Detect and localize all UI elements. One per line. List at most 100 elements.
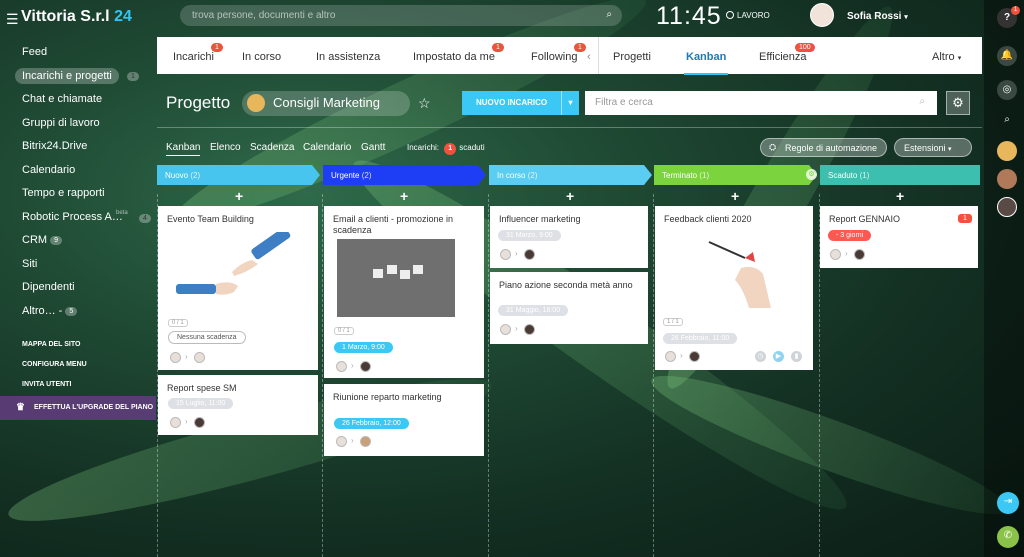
- contact-avatar[interactable]: [997, 197, 1017, 217]
- sidebar-item-employees[interactable]: Dipendenti: [22, 281, 75, 293]
- deadline[interactable]: 15 Luglio, 11:00: [168, 397, 234, 409]
- sitemap-link[interactable]: MAPPA DEL SITO: [22, 341, 80, 348]
- deadline[interactable]: 26 Febbraio, 12:00: [334, 417, 409, 429]
- sidebar-item-crm[interactable]: CRM 9: [22, 234, 62, 246]
- contact-avatar[interactable]: [997, 141, 1017, 161]
- creator-avatar[interactable]: [336, 361, 347, 372]
- tab-efficiency[interactable]: Efficienza 100: [759, 43, 815, 63]
- tab-more[interactable]: Altro ▾: [932, 51, 961, 63]
- creator-avatar[interactable]: [336, 436, 347, 447]
- chevron-down-icon[interactable]: ▾: [561, 91, 579, 115]
- column-header-new[interactable]: Nuovo (2): [157, 165, 320, 185]
- responsible-avatar[interactable]: [854, 249, 865, 260]
- column-header-in-progress[interactable]: In corso (2): [489, 165, 652, 185]
- user-menu[interactable]: Sofia Rossi ▾: [847, 11, 908, 22]
- view-calendar[interactable]: Calendario: [303, 142, 351, 153]
- creator-avatar[interactable]: [500, 249, 511, 260]
- sidebar-item-drive[interactable]: Bitrix24.Drive: [22, 140, 87, 152]
- responsible-avatar[interactable]: [524, 249, 535, 260]
- pause-icon[interactable]: ▮: [791, 351, 802, 362]
- tab-tasks[interactable]: Incarichi 1: [173, 43, 223, 63]
- search-icon[interactable]: ⌕: [997, 110, 1017, 130]
- deadline[interactable]: 31 Maggio, 18:00: [498, 304, 569, 316]
- chat-icon[interactable]: ◎: [997, 80, 1017, 100]
- responsible-avatar[interactable]: [194, 352, 205, 363]
- task-card[interactable]: Evento Team Building 0 / 1 Nessuna scade…: [158, 206, 318, 370]
- responsible-avatar[interactable]: [360, 436, 371, 447]
- gear-icon[interactable]: ⚙: [946, 91, 970, 115]
- column-settings-icon[interactable]: ⚙: [806, 169, 817, 180]
- task-card[interactable]: Riunione reparto marketing 26 Febbraio, …: [324, 384, 484, 456]
- filter-search-input[interactable]: Filtra e cerca ⌕: [585, 91, 937, 115]
- view-gantt[interactable]: Gantt: [361, 142, 385, 153]
- deadline[interactable]: 31 Marzo, 9:00: [498, 229, 561, 241]
- timeline-icon[interactable]: ⇥: [997, 492, 1019, 514]
- column-header-urgent[interactable]: Urgente (2): [323, 165, 486, 185]
- sidebar-item-chat[interactable]: Chat e chiamate: [22, 93, 102, 105]
- responsible-avatar[interactable]: [360, 361, 371, 372]
- menu-icon[interactable]: ☰: [6, 11, 19, 28]
- task-card[interactable]: Piano azione seconda metà anno 31 Maggio…: [490, 272, 648, 344]
- phone-icon[interactable]: ✆: [997, 526, 1019, 548]
- view-list[interactable]: Elenco: [210, 142, 241, 153]
- task-card[interactable]: Report GENNAIO 1 - 3 giorni ›: [820, 206, 978, 268]
- automation-rules-button[interactable]: ⛭ Regole di automazione: [760, 138, 887, 157]
- user-avatar[interactable]: [810, 3, 834, 27]
- new-task-button[interactable]: NUOVO INCARICO ▾: [462, 91, 579, 115]
- timer-icon[interactable]: ◷: [755, 351, 766, 362]
- deadline[interactable]: - 3 giorni: [828, 229, 872, 241]
- add-task-icon[interactable]: +: [731, 188, 739, 204]
- global-search-input[interactable]: trova persone, documenti e altro ⌕: [180, 5, 622, 26]
- creator-avatar[interactable]: [665, 351, 676, 362]
- view-kanban[interactable]: Kanban: [166, 142, 201, 156]
- sidebar-item-sites[interactable]: Siti: [22, 258, 37, 270]
- contact-avatar[interactable]: [997, 169, 1017, 189]
- add-task-icon[interactable]: +: [235, 188, 243, 204]
- responsible-avatar[interactable]: [194, 417, 205, 428]
- configure-menu-link[interactable]: CONFIGURA MENU: [22, 361, 87, 368]
- add-task-icon[interactable]: +: [400, 188, 408, 204]
- column-header-done[interactable]: Terminato (1): [654, 165, 817, 185]
- tab-set-by-me[interactable]: Impostato da me 1: [413, 43, 504, 63]
- tabs-scroll-left[interactable]: ‹: [587, 51, 591, 63]
- sidebar-item-more[interactable]: Altro… -5: [22, 305, 78, 317]
- responsible-avatar[interactable]: [689, 351, 700, 362]
- task-card[interactable]: Report spese SM 15 Luglio, 11:00 ›: [158, 375, 318, 435]
- responsible-avatar[interactable]: [524, 324, 535, 335]
- deadline[interactable]: 26 Febbraio, 11:00: [663, 332, 738, 344]
- star-icon[interactable]: ☆: [418, 95, 431, 112]
- creator-avatar[interactable]: [170, 417, 181, 428]
- work-status[interactable]: LAVORO: [726, 11, 770, 20]
- creator-avatar[interactable]: [170, 352, 181, 363]
- deadline[interactable]: 1 Marzo, 9:00: [334, 341, 393, 353]
- sidebar-item-calendar[interactable]: Calendario: [22, 164, 75, 176]
- sidebar-item-time[interactable]: Tempo e rapporti: [22, 187, 105, 199]
- sidebar-item-feed[interactable]: Feed: [22, 46, 47, 58]
- column-header-overdue[interactable]: Scaduto (1): [820, 165, 980, 185]
- task-card[interactable]: Influencer marketing 31 Marzo, 9:00 ›: [490, 206, 648, 268]
- sidebar-item-rpa[interactable]: Robotic Process A…: [22, 211, 123, 223]
- overdue-counter[interactable]: Incarichi: 1 scaduti: [407, 143, 485, 155]
- creator-avatar[interactable]: [830, 249, 841, 260]
- add-task-icon[interactable]: +: [896, 188, 904, 204]
- tab-assisting[interactable]: In assistenza: [316, 51, 380, 63]
- tab-in-progress[interactable]: In corso: [242, 51, 281, 63]
- tab-projects[interactable]: Progetti: [613, 51, 651, 63]
- task-card[interactable]: Email a clienti - promozione in scadenza…: [324, 206, 484, 378]
- tab-kanban[interactable]: Kanban: [683, 51, 729, 75]
- invite-users-link[interactable]: INVITA UTENTI: [22, 381, 71, 388]
- extensions-button[interactable]: Estensioni ▾: [894, 138, 972, 157]
- sidebar-item-workgroups[interactable]: Gruppi di lavoro: [22, 117, 100, 129]
- deadline[interactable]: Nessuna scadenza: [168, 331, 246, 344]
- tab-following[interactable]: Following 1: [531, 43, 586, 63]
- add-task-icon[interactable]: +: [566, 188, 574, 204]
- play-icon[interactable]: ▶: [773, 351, 784, 362]
- project-selector[interactable]: Consigli Marketing: [242, 91, 410, 116]
- creator-avatar[interactable]: [500, 324, 511, 335]
- notifications-icon[interactable]: 🔔: [997, 46, 1017, 66]
- view-deadline[interactable]: Scadenza: [250, 142, 294, 153]
- sidebar-item-tasks[interactable]: Incarichi e progetti: [15, 68, 119, 84]
- task-card[interactable]: Feedback clienti 2020 1 / 1 26 Febbraio,…: [655, 206, 813, 370]
- upgrade-plan-button[interactable]: ♛ EFFETTUA L'UPGRADE DEL PIANO: [0, 396, 156, 420]
- logo[interactable]: Vittoria S.r.l 24: [21, 8, 132, 26]
